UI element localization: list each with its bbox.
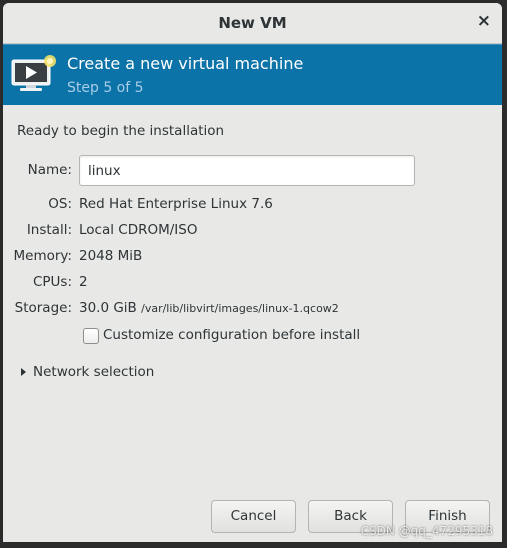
- storage-size: 30.0 GiB: [79, 300, 137, 316]
- wizard-header: Create a new virtual machine Step 5 of 5: [3, 44, 502, 105]
- cancel-button[interactable]: Cancel: [211, 500, 296, 533]
- install-label: Install:: [26, 222, 72, 238]
- new-vm-dialog: New VM × Create a new virtual machine St…: [3, 3, 502, 542]
- cpus-value: 2: [79, 274, 88, 290]
- virtual-machine-new-icon: [11, 55, 56, 91]
- name-label: Name:: [27, 162, 72, 178]
- expander-arrow-icon[interactable]: [21, 368, 26, 376]
- ready-heading: Ready to begin the installation: [17, 123, 225, 139]
- customize-checkbox-label[interactable]: Customize configuration before install: [103, 327, 360, 343]
- window-title: New VM: [218, 14, 287, 32]
- storage-value-row: 30.0 GiB /var/lib/libvirt/images/linux-1…: [79, 300, 339, 316]
- wizard-step: Step 5 of 5: [67, 80, 144, 96]
- watermark: CSDN @qq_47295318: [360, 524, 493, 538]
- cpus-label: CPUs:: [32, 274, 72, 290]
- memory-label: Memory:: [13, 248, 72, 264]
- install-value: Local CDROM/ISO: [79, 222, 198, 238]
- wizard-title: Create a new virtual machine: [67, 54, 304, 73]
- os-value: Red Hat Enterprise Linux 7.6: [79, 196, 273, 212]
- os-label: OS:: [48, 196, 72, 212]
- storage-label: Storage:: [14, 300, 72, 316]
- title-bar[interactable]: New VM ×: [3, 3, 502, 44]
- customize-checkbox[interactable]: [83, 328, 99, 344]
- close-icon[interactable]: ×: [477, 11, 491, 31]
- memory-value: 2048 MiB: [79, 248, 143, 264]
- storage-path: /var/lib/libvirt/images/linux-1.qcow2: [141, 302, 339, 315]
- wizard-content: Ready to begin the installation Name: OS…: [3, 105, 502, 542]
- network-selection-label[interactable]: Network selection: [33, 364, 154, 380]
- vm-name-input[interactable]: [79, 155, 415, 186]
